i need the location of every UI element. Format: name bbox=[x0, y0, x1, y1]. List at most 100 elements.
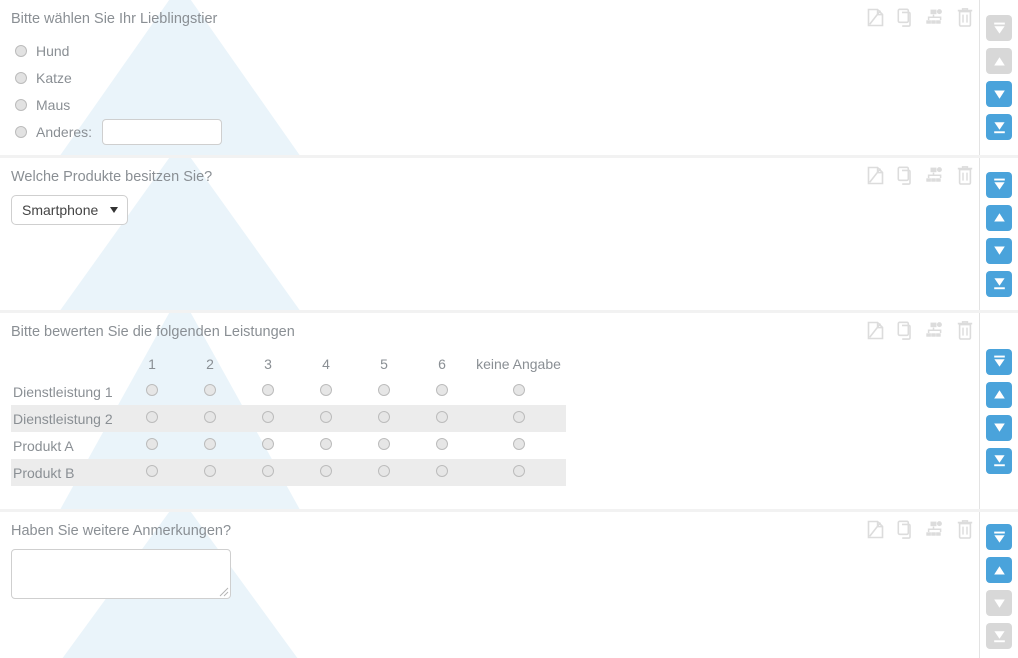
rating-matrix-cell[interactable] bbox=[123, 405, 181, 432]
sitemap-icon[interactable] bbox=[924, 319, 946, 341]
radio-button[interactable] bbox=[15, 71, 27, 84]
rating-radio-button[interactable] bbox=[204, 410, 216, 423]
rating-matrix-cell[interactable] bbox=[181, 459, 239, 486]
edit-page-icon[interactable] bbox=[864, 6, 886, 28]
rating-matrix-cell[interactable] bbox=[239, 378, 297, 405]
rating-matrix-cell[interactable] bbox=[413, 459, 471, 486]
rating-radio-button[interactable] bbox=[262, 464, 274, 477]
rating-matrix-cell[interactable] bbox=[297, 405, 355, 432]
rating-radio-button[interactable] bbox=[262, 437, 274, 450]
rating-radio-button[interactable] bbox=[204, 383, 216, 396]
move-down-icon[interactable] bbox=[986, 237, 1012, 264]
rating-matrix-cell[interactable] bbox=[239, 405, 297, 432]
trash-icon[interactable] bbox=[954, 6, 976, 28]
move-down-icon[interactable] bbox=[986, 414, 1012, 441]
comment-textarea[interactable] bbox=[11, 549, 231, 599]
rating-radio-button[interactable] bbox=[436, 464, 448, 477]
rating-radio-button[interactable] bbox=[512, 437, 525, 450]
rating-radio-button[interactable] bbox=[262, 410, 274, 423]
rating-matrix-row: Produkt B bbox=[11, 459, 566, 486]
edit-page-icon[interactable] bbox=[864, 319, 886, 341]
rating-matrix-head: 1 2 3 4 5 6 keine Angabe bbox=[11, 350, 566, 378]
move-up-icon[interactable] bbox=[986, 557, 1012, 583]
sitemap-icon[interactable] bbox=[924, 6, 946, 28]
rating-radio-button[interactable] bbox=[320, 383, 332, 396]
question-block-body: Welche Produkte besitzen Sie? Smartphone bbox=[0, 158, 980, 310]
rating-radio-button[interactable] bbox=[262, 383, 274, 396]
rating-matrix-cell[interactable] bbox=[123, 378, 181, 405]
rating-radio-button[interactable] bbox=[320, 410, 332, 423]
move-to-bottom-icon[interactable] bbox=[986, 270, 1012, 297]
rating-radio-button[interactable] bbox=[512, 383, 525, 396]
edit-page-icon[interactable] bbox=[864, 518, 886, 540]
rating-matrix-row-label: Produkt A bbox=[13, 437, 74, 454]
move-to-top-icon[interactable] bbox=[986, 348, 1012, 375]
trash-icon[interactable] bbox=[954, 518, 976, 540]
rating-matrix-cell[interactable] bbox=[297, 432, 355, 459]
sitemap-icon[interactable] bbox=[924, 518, 946, 540]
rating-radio-button[interactable] bbox=[204, 437, 216, 450]
copy-icon[interactable] bbox=[894, 518, 916, 540]
rating-radio-button[interactable] bbox=[436, 383, 448, 396]
radio-button[interactable] bbox=[15, 44, 27, 57]
rating-matrix-cell[interactable] bbox=[355, 432, 413, 459]
rating-matrix-cell[interactable] bbox=[471, 378, 566, 405]
move-up-icon[interactable] bbox=[986, 204, 1012, 231]
move-to-top-icon[interactable] bbox=[986, 171, 1012, 198]
sitemap-icon[interactable] bbox=[924, 164, 946, 186]
rating-radio-button[interactable] bbox=[378, 410, 390, 423]
trash-icon[interactable] bbox=[954, 164, 976, 186]
rating-matrix-cell[interactable] bbox=[471, 432, 566, 459]
rating-matrix-cell[interactable] bbox=[181, 432, 239, 459]
rating-radio-button[interactable] bbox=[378, 464, 390, 477]
rating-radio-button[interactable] bbox=[436, 410, 448, 423]
copy-icon[interactable] bbox=[894, 6, 916, 28]
rating-radio-button[interactable] bbox=[378, 437, 390, 450]
trash-icon[interactable] bbox=[954, 319, 976, 341]
radio-button[interactable] bbox=[15, 125, 27, 138]
move-to-bottom-icon[interactable] bbox=[986, 447, 1012, 474]
other-text-input[interactable] bbox=[102, 118, 223, 145]
move-down-icon[interactable] bbox=[986, 81, 1012, 107]
rating-matrix-cell[interactable] bbox=[355, 459, 413, 486]
rating-radio-button[interactable] bbox=[146, 383, 158, 396]
product-select[interactable]: Smartphone bbox=[11, 195, 129, 225]
rating-matrix-cell[interactable] bbox=[123, 432, 181, 459]
rating-matrix-cell[interactable] bbox=[297, 459, 355, 486]
rating-matrix-cell[interactable] bbox=[181, 378, 239, 405]
rating-matrix-cell[interactable] bbox=[297, 378, 355, 405]
rating-matrix-cell[interactable] bbox=[471, 405, 566, 432]
edit-page-icon[interactable] bbox=[864, 164, 886, 186]
rating-matrix-cell[interactable] bbox=[413, 432, 471, 459]
rating-radio-button[interactable] bbox=[378, 383, 390, 396]
radio-option-row[interactable]: Hund bbox=[10, 37, 980, 64]
rating-radio-button[interactable] bbox=[146, 464, 158, 477]
move-to-top-icon[interactable] bbox=[986, 524, 1012, 550]
rating-matrix-cell[interactable] bbox=[471, 459, 566, 486]
rating-matrix-cell[interactable] bbox=[355, 405, 413, 432]
rating-matrix-cell[interactable] bbox=[413, 405, 471, 432]
rating-matrix-cell[interactable] bbox=[355, 378, 413, 405]
move-up-icon[interactable] bbox=[986, 381, 1012, 408]
rating-radio-button[interactable] bbox=[146, 437, 158, 450]
rating-matrix-cell[interactable] bbox=[239, 459, 297, 486]
rating-radio-button[interactable] bbox=[320, 437, 332, 450]
rating-radio-button[interactable] bbox=[512, 410, 525, 423]
radio-option-row[interactable]: Katze bbox=[10, 64, 980, 91]
rating-radio-button[interactable] bbox=[146, 410, 158, 423]
radio-option-row[interactable]: Maus bbox=[10, 91, 980, 118]
copy-icon[interactable] bbox=[894, 164, 916, 186]
rating-matrix-cell[interactable] bbox=[413, 378, 471, 405]
rating-radio-button[interactable] bbox=[512, 464, 525, 477]
rating-matrix-cell[interactable] bbox=[123, 459, 181, 486]
rating-radio-button[interactable] bbox=[320, 464, 332, 477]
rating-matrix-body: Dienstleistung 1 Dienstleistung 2 Produkt … bbox=[11, 378, 566, 486]
radio-option-row[interactable]: Anderes: bbox=[10, 118, 980, 145]
rating-matrix-cell[interactable] bbox=[239, 432, 297, 459]
rating-radio-button[interactable] bbox=[436, 437, 448, 450]
copy-icon[interactable] bbox=[894, 319, 916, 341]
move-to-bottom-icon[interactable] bbox=[986, 114, 1012, 140]
radio-button[interactable] bbox=[15, 98, 27, 111]
rating-matrix-cell[interactable] bbox=[181, 405, 239, 432]
rating-radio-button[interactable] bbox=[204, 464, 216, 477]
